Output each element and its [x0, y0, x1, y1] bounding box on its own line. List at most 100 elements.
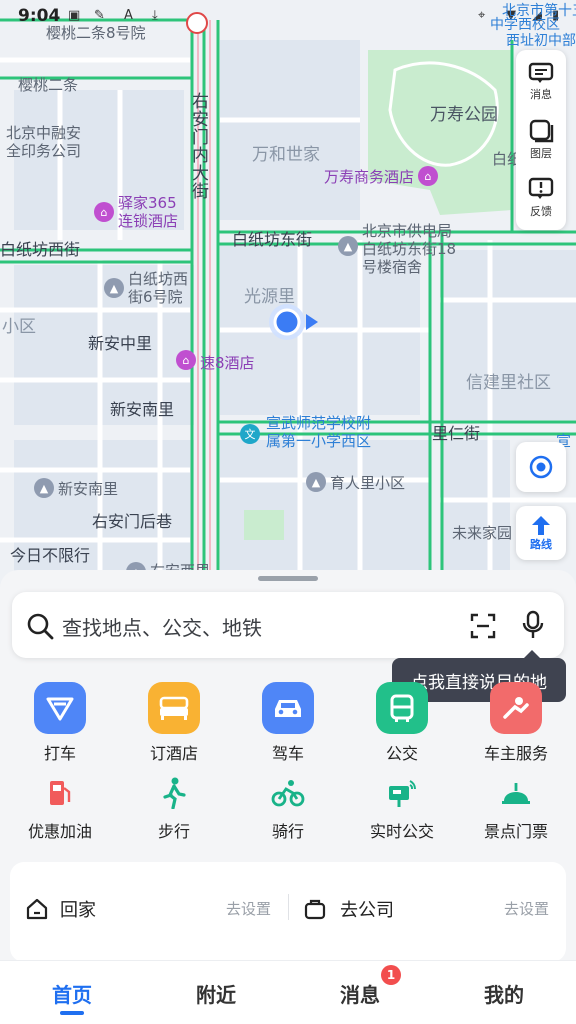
poi-label[interactable]: 育人里小区 — [330, 472, 405, 493]
service-bus[interactable]: 公交 — [352, 682, 452, 764]
service-taxi[interactable]: 打车 — [10, 682, 110, 764]
road-label: 里仁街 — [432, 424, 481, 443]
no-entry-icon — [186, 12, 208, 34]
poi-label[interactable]: 白纸坊西 街6号院 — [128, 270, 188, 306]
tab-home[interactable]: 首页 — [32, 979, 112, 1008]
layers-tool-label: 图层 — [530, 147, 552, 160]
message-icon — [528, 62, 554, 83]
map-view[interactable]: 9:04 ▣ ✎ A ⤓ ⌖ ▼ ◢ ▮ 樱桃二条8号院 樱桃二条 北京中融安 … — [0, 0, 576, 600]
map-label: 新安中里 — [88, 334, 153, 353]
map-label: 万和世家 — [252, 145, 320, 165]
sheet-drag-handle[interactable] — [258, 576, 318, 581]
service-live-bus[interactable]: 实时公交 — [347, 776, 457, 842]
route-button[interactable]: 路线 — [516, 506, 566, 560]
service-label: 公交 — [385, 744, 418, 763]
active-tab-indicator — [60, 1011, 84, 1015]
service-label: 订酒店 — [149, 744, 198, 763]
locate-icon — [529, 455, 553, 479]
map-label: 光源里 — [244, 287, 295, 307]
hotel-icon[interactable]: ⌂ — [94, 202, 114, 222]
bicycle-icon — [271, 776, 305, 810]
map-label: 新安南里 — [110, 400, 175, 419]
route-arrow-icon — [532, 516, 550, 535]
fuel-pump-icon — [43, 776, 77, 810]
service-label: 实时公交 — [369, 822, 434, 841]
service-cycle[interactable]: 骑行 — [233, 776, 343, 842]
poi-label[interactable]: 宣武师范学校附 属第一小学西区 — [266, 414, 371, 450]
map-label: 小区 — [2, 317, 36, 337]
search-input[interactable]: 查找地点、公交、地铁 — [62, 612, 262, 641]
briefcase-icon — [304, 899, 326, 920]
service-fuel[interactable]: 优惠加油 — [5, 776, 115, 842]
service-label: 优惠加油 — [27, 822, 92, 841]
work-set-button[interactable]: 去设置 — [504, 898, 549, 919]
service-drive[interactable]: 驾车 — [238, 682, 338, 764]
building-icon[interactable]: ▲ — [104, 278, 124, 298]
map-label: 未来家园 — [452, 524, 513, 542]
bed-icon — [148, 682, 200, 734]
service-label: 驾车 — [271, 744, 304, 763]
tab-mine[interactable]: 我的 — [464, 979, 544, 1008]
map-label: 北京中融安 全印务公司 — [6, 124, 82, 160]
poi-label[interactable]: 新安南里 — [58, 478, 118, 499]
bottom-tab-bar: 首页 附近 消息 1 我的 — [0, 960, 576, 1024]
service-car-owner[interactable]: 车主服务 — [466, 682, 566, 764]
service-label: 车主服务 — [483, 744, 548, 763]
hotel-icon[interactable]: ⌂ — [418, 166, 438, 186]
traffic-note[interactable]: 今日不限行 — [10, 542, 90, 566]
building-icon[interactable]: ▲ — [338, 236, 358, 256]
search-bar[interactable]: 查找地点、公交、地铁 — [12, 592, 564, 658]
service-hotel[interactable]: 订酒店 — [124, 682, 224, 764]
home-set-button[interactable]: 去设置 — [226, 898, 271, 919]
app-root: 9:04 ▣ ✎ A ⤓ ⌖ ▼ ◢ ▮ 樱桃二条8号院 樱桃二条 北京中融安 … — [0, 0, 576, 1024]
home-shortcut[interactable]: 回家 — [60, 896, 96, 922]
school-icon[interactable]: 文 — [240, 424, 260, 444]
poi-label[interactable]: 速8酒店 — [200, 352, 255, 373]
download-icon: ⤓ — [152, 8, 158, 23]
route-label: 路线 — [530, 538, 552, 551]
map-label: 信建里社区 — [466, 373, 551, 393]
taxi-icon — [34, 682, 86, 734]
feedback-tool[interactable]: 反馈 — [516, 170, 566, 226]
service-tickets[interactable]: 景点门票 — [461, 776, 571, 842]
car-owner-icon — [490, 682, 542, 734]
building-icon[interactable]: ▲ — [34, 478, 54, 498]
poi-label: 西址初中部 — [506, 33, 576, 49]
map-label: 右安门后巷 — [92, 512, 173, 531]
poi-label[interactable]: 北京市供电局 白纸坊东街18 号楼宿舍 — [362, 222, 456, 276]
bottom-sheet: 查找地点、公交、地铁 点我直接说目的地 打车 订酒店 驾车 公交 车主服务 优惠… — [0, 570, 576, 1024]
divider — [288, 894, 289, 920]
shortcut-card: 回家 去设置 去公司 去设置 — [10, 862, 566, 962]
messages-tool[interactable]: 消息 — [516, 54, 566, 110]
poi-label[interactable]: 驿家365 连锁酒店 — [118, 194, 178, 230]
search-icon — [27, 613, 54, 640]
service-label: 步行 — [157, 822, 190, 841]
park-label: 万寿公园 — [430, 105, 498, 125]
map-label: 樱桃二条8号院 — [46, 24, 146, 42]
building-icon[interactable]: ▲ — [306, 472, 326, 492]
service-label: 打车 — [43, 744, 76, 763]
hotel-icon[interactable]: ⌂ — [176, 350, 196, 370]
map-tools-panel: 消息 图层 反馈 — [516, 50, 566, 230]
car-icon — [262, 682, 314, 734]
locate-me-button[interactable] — [516, 442, 566, 492]
bus-icon — [376, 682, 428, 734]
work-shortcut[interactable]: 去公司 — [340, 896, 394, 922]
layers-icon — [529, 119, 554, 143]
road-label: 白纸坊东街 — [232, 230, 313, 249]
poi-label[interactable]: 万寿商务酒店 — [324, 166, 414, 187]
messages-tool-label: 消息 — [530, 88, 552, 101]
layers-tool[interactable]: 图层 — [516, 112, 566, 168]
scan-icon[interactable] — [470, 613, 496, 639]
message-badge: 1 — [381, 965, 401, 985]
home-icon — [26, 898, 48, 920]
feedback-icon — [528, 177, 554, 199]
map-label: 樱桃二条 — [18, 76, 79, 94]
microphone-icon[interactable] — [520, 610, 546, 640]
tab-nearby[interactable]: 附近 — [176, 979, 256, 1008]
service-label: 骑行 — [271, 822, 304, 841]
feedback-tool-label: 反馈 — [530, 205, 552, 218]
walk-icon — [157, 776, 191, 810]
bus-stop-icon — [385, 776, 419, 810]
service-walk[interactable]: 步行 — [119, 776, 229, 842]
